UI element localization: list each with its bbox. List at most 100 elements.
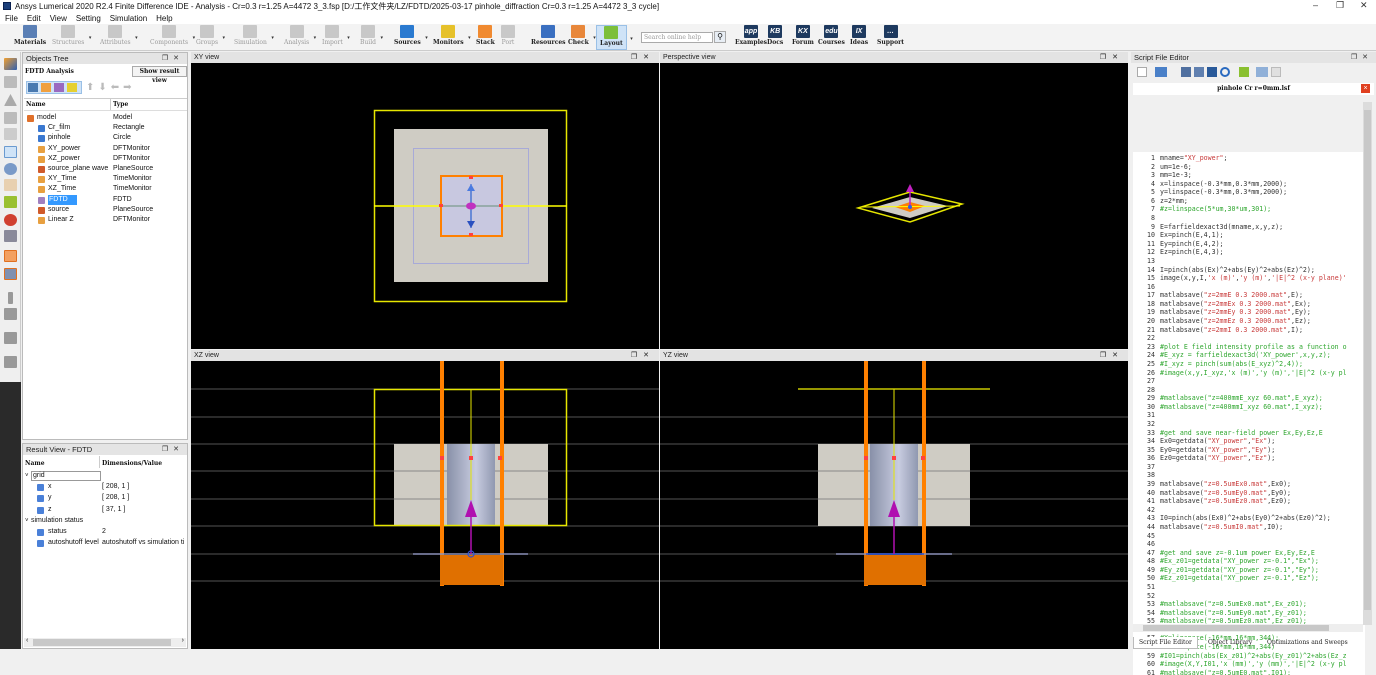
search-online-help-input[interactable]: Search online help (641, 32, 713, 43)
column-header-type[interactable]: Type (113, 101, 128, 108)
toolbar-monitors-button[interactable]: Monitors ▾ (433, 25, 471, 50)
chevron-down-icon[interactable]: ▾ (468, 35, 471, 41)
delete-object-icon[interactable] (67, 83, 77, 92)
tree-row[interactable]: FDTD FDTD (24, 194, 188, 205)
tab-script-file-editor[interactable]: Script File Editor (1133, 637, 1198, 649)
ruler-icon[interactable] (4, 196, 17, 208)
result-row[interactable]: autoshutoff level autoshutoff vs simulati… (24, 538, 188, 548)
toolbar-ideas-button[interactable]: IX Ideas (850, 25, 868, 50)
code-line[interactable]: 61 #matlabsave("z=0.5umE0.mat",I01); (1133, 669, 1365, 675)
layout-grid-icon[interactable] (4, 356, 17, 368)
chevron-down-icon[interactable]: ▾ (193, 35, 196, 41)
zoom-magnifier-icon[interactable] (4, 163, 17, 175)
expand-chevron-icon[interactable]: ˅ (25, 471, 29, 481)
tree-row[interactable]: XY_power DFTMonitor (24, 144, 188, 154)
view-float-close-icons[interactable]: ❐✕ (631, 52, 655, 63)
toolbar-groups-button[interactable]: Groups ▾ (196, 25, 225, 50)
add-object-icon[interactable] (28, 83, 38, 92)
view-float-close-icons[interactable]: ❐✕ (631, 350, 655, 361)
calculator-icon[interactable] (4, 268, 17, 280)
tree-row[interactable]: source_plane wave PlaneSource (24, 164, 188, 174)
tree-row[interactable]: XZ_Time TimeMonitor (24, 184, 188, 194)
save-icon[interactable] (1181, 67, 1191, 77)
grid-edit-icon[interactable] (4, 230, 17, 242)
panel-float-close-icons[interactable]: ❐✕ (162, 444, 184, 455)
toolbar-check-button[interactable]: Check ▾ (568, 25, 596, 50)
toolbar-attributes-button[interactable]: Attributes ▾ (100, 25, 138, 50)
triangle-icon[interactable] (4, 94, 17, 106)
script-code-area[interactable]: 1 mname="XY_power"; 2 um=1e-6; 3 mm=1e-3; 4 x=l… (1133, 152, 1365, 675)
xz-view-canvas[interactable] (191, 361, 659, 649)
toolbar-examples-button[interactable]: app Examples (735, 25, 767, 50)
menu-file[interactable]: File (5, 14, 18, 23)
toolbar-sources-button[interactable]: Sources ▾ (394, 25, 428, 50)
horizontal-scrollbar[interactable] (1133, 624, 1363, 632)
save-as-icon[interactable] (1194, 67, 1204, 77)
toolbar-build-button[interactable]: Build ▾ (360, 25, 383, 50)
chevron-down-icon[interactable]: ▾ (380, 35, 383, 41)
expand-chevron-icon[interactable]: ˅ (25, 516, 29, 526)
close-window-button[interactable]: ✕ (1360, 0, 1368, 11)
tree-row[interactable]: source PlaneSource (24, 205, 188, 215)
toolbar-components-button[interactable]: Components ▾ (150, 25, 195, 50)
chevron-down-icon[interactable]: ▾ (89, 35, 92, 41)
new-file-icon[interactable] (1137, 67, 1147, 77)
run-selection-icon[interactable] (1271, 67, 1281, 77)
add-analysis-icon[interactable] (54, 83, 64, 92)
toolbar-forum-button[interactable]: KX Forum (792, 25, 814, 50)
tree-row[interactable]: Linear Z DFTMonitor (24, 215, 188, 225)
result-row[interactable]: z [ 37, 1 ] (24, 505, 188, 515)
tree-row[interactable]: pinhole Circle (24, 133, 188, 143)
view-float-close-icons[interactable]: ❐✕ (1100, 52, 1124, 63)
align-icon[interactable] (4, 76, 17, 88)
maximize-button[interactable]: ❐ (1336, 0, 1344, 11)
mesh-grid-icon[interactable] (4, 250, 17, 262)
search-icon[interactable]: ⚲ (714, 31, 726, 43)
layout-split-icon[interactable] (4, 308, 17, 320)
toolbar-import-button[interactable]: Import ▾ (322, 25, 350, 50)
menu-edit[interactable]: Edit (27, 14, 41, 23)
chevron-down-icon[interactable]: ▾ (271, 35, 274, 41)
array-icon[interactable] (4, 112, 17, 124)
chevron-down-icon[interactable]: ▾ (425, 35, 428, 41)
toolbar-support-button[interactable]: … Support (877, 25, 904, 50)
perspective-view-canvas[interactable] (660, 63, 1128, 349)
toolbar-analysis-button[interactable]: Analysis ▾ (284, 25, 316, 50)
vertical-scrollbar[interactable] (1363, 102, 1372, 625)
edit-pencil-icon[interactable] (4, 58, 17, 70)
layout-columns-icon[interactable] (4, 332, 17, 344)
chevron-down-icon[interactable]: ▾ (314, 35, 317, 41)
tab-object-library[interactable]: Object Library (1203, 637, 1257, 649)
select-pointer-icon[interactable] (4, 146, 17, 158)
column-header-name[interactable]: Name (25, 460, 45, 467)
xy-view-canvas[interactable] (191, 63, 659, 349)
tab-optimizations-and-sweeps[interactable]: Optimizations and Sweeps (1262, 637, 1353, 649)
view-float-close-icons[interactable]: ❐✕ (1100, 350, 1124, 361)
chevron-down-icon[interactable]: ▾ (347, 35, 350, 41)
open-file-icon[interactable] (1155, 67, 1167, 77)
result-row[interactable]: ˅ grid (24, 471, 188, 481)
tree-row[interactable]: model Model (24, 113, 188, 123)
layout-single-icon[interactable] (8, 292, 13, 304)
yz-view-viewport[interactable]: YZ view ❐✕ (660, 350, 1128, 649)
column-header-value[interactable]: Dimensions/Value (102, 460, 162, 467)
column-header-name[interactable]: Name (26, 101, 46, 108)
toolbar-courses-button[interactable]: edu Courses (818, 25, 845, 50)
xz-view-viewport[interactable]: XZ view ❐✕ (191, 350, 659, 649)
toolbar-structures-button[interactable]: Structures ▾ (52, 25, 91, 50)
result-row[interactable]: ˅ simulation status (24, 516, 188, 526)
perspective-view-viewport[interactable]: Perspective view ❐✕ (660, 52, 1128, 349)
tree-row[interactable]: XZ_power DFTMonitor (24, 154, 188, 164)
toolbar-stack-button[interactable]: Stack (476, 25, 495, 50)
script-file-tab[interactable]: pinhole Cr r=0mm.lsf (1133, 83, 1374, 95)
minimize-button[interactable]: – (1313, 0, 1318, 10)
menu-setting[interactable]: Setting (76, 14, 101, 23)
toolbar-simulation-button[interactable]: Simulation ▾ (234, 25, 274, 50)
save-all-icon[interactable] (1207, 67, 1217, 77)
result-row[interactable]: status 2 (24, 527, 188, 537)
split-view-icon[interactable] (1256, 67, 1268, 77)
chevron-down-icon[interactable]: ▾ (630, 36, 633, 42)
show-result-view-button[interactable]: Show result view (132, 66, 187, 84)
delete-trash-icon[interactable] (4, 128, 17, 140)
chevron-down-icon[interactable]: ▾ (223, 35, 226, 41)
